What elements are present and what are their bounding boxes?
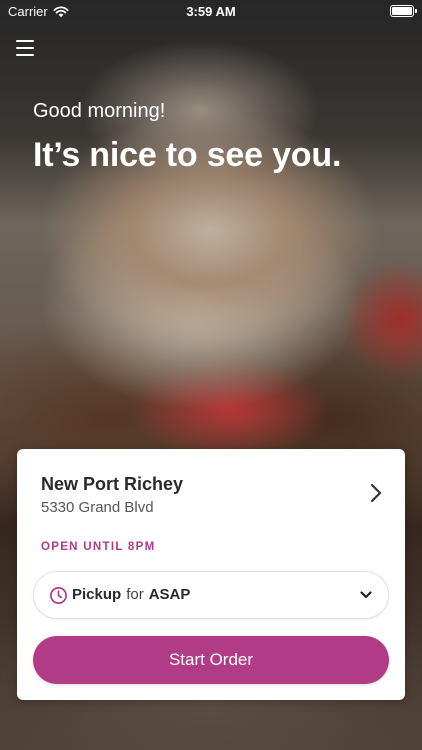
store-selector[interactable]: New Port Richey 5330 Grand Blvd bbox=[17, 449, 405, 529]
greeting-text: Good morning! bbox=[33, 100, 166, 122]
clock-icon bbox=[50, 587, 67, 604]
chevron-right-icon bbox=[370, 483, 382, 503]
store-hours-status: OPEN UNTIL 8PM bbox=[41, 541, 156, 553]
order-type-text: Pickup for ASAP bbox=[72, 586, 190, 603]
status-time: 3:59 AM bbox=[186, 4, 236, 19]
store-address: 5330 Grand Blvd bbox=[41, 499, 154, 516]
welcome-headline: It’s nice to see you. bbox=[33, 136, 342, 174]
status-bar: Carrier 3:59 AM bbox=[0, 0, 422, 22]
store-name: New Port Richey bbox=[41, 474, 184, 494]
order-time: ASAP bbox=[148, 586, 191, 603]
order-card: New Port Richey 5330 Grand Blvd OPEN UNT… bbox=[17, 449, 405, 700]
start-order-button[interactable]: Start Order bbox=[33, 636, 389, 684]
order-mode: Pickup bbox=[72, 586, 122, 603]
hamburger-menu-icon[interactable] bbox=[16, 40, 34, 56]
order-type-dropdown[interactable]: Pickup for ASAP bbox=[33, 571, 389, 619]
battery-icon bbox=[390, 5, 417, 17]
chevron-down-icon bbox=[360, 591, 372, 599]
order-connector: for bbox=[126, 586, 144, 603]
